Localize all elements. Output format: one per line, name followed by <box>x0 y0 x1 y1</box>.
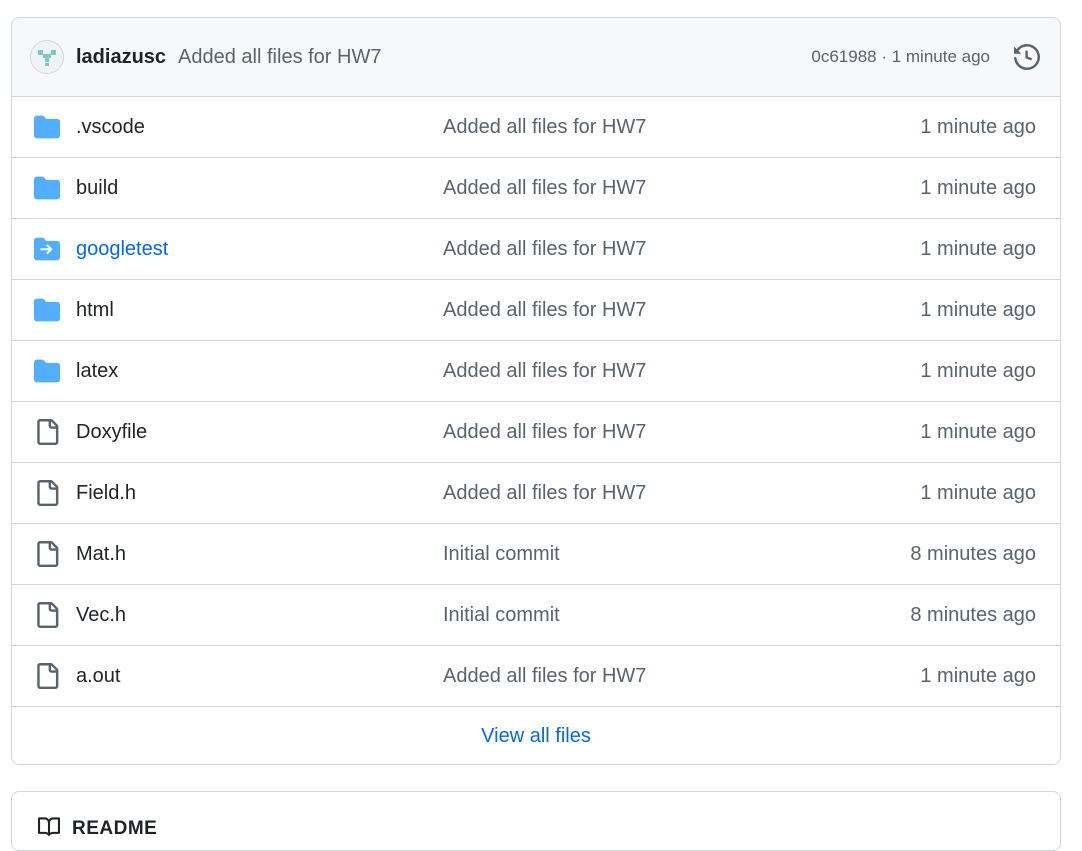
file-commit-age: 1 minute ago <box>920 176 1036 199</box>
file-name-link[interactable]: .vscode <box>76 116 443 139</box>
file-row[interactable]: a.out Added all files for HW7 1 minute ago <box>12 646 1060 707</box>
commit-author-link[interactable]: ladiazusc <box>76 46 166 69</box>
author-avatar[interactable] <box>30 40 64 74</box>
file-commit-age: 1 minute ago <box>920 420 1036 443</box>
file-row[interactable]: latex Added all files for HW7 1 minute ago <box>12 341 1060 402</box>
readme-section: README <box>11 791 1061 851</box>
folder-icon <box>34 174 62 202</box>
file-row[interactable]: Mat.h Initial commit 8 minutes ago <box>12 524 1060 585</box>
file-row[interactable]: Doxyfile Added all files for HW7 1 minute … <box>12 402 1060 463</box>
file-row[interactable]: .vscode Added all files for HW7 1 minute a… <box>12 97 1060 158</box>
file-row[interactable]: Field.h Added all files for HW7 1 minute a… <box>12 463 1060 524</box>
file-commit-message-link[interactable]: Added all files for HW7 <box>443 421 920 444</box>
file-name-link[interactable]: build <box>76 177 443 200</box>
file-name-link[interactable]: latex <box>76 360 443 383</box>
file-commit-age: 8 minutes ago <box>910 603 1036 626</box>
book-icon <box>38 817 61 836</box>
history-icon[interactable] <box>1012 42 1042 72</box>
file-commit-message-link[interactable]: Added all files for HW7 <box>443 177 920 200</box>
file-commit-age: 8 minutes ago <box>910 542 1036 565</box>
file-icon <box>34 540 62 568</box>
file-commit-message-link[interactable]: Added all files for HW7 <box>443 482 920 505</box>
file-commit-age: 1 minute ago <box>920 298 1036 321</box>
file-commit-message-link[interactable]: Added all files for HW7 <box>443 665 920 688</box>
file-commit-message-link[interactable]: Initial commit <box>443 604 910 627</box>
file-name-link[interactable]: Doxyfile <box>76 421 443 444</box>
file-name-link[interactable]: html <box>76 299 443 322</box>
commit-message-link[interactable]: Added all files for HW7 <box>178 46 811 69</box>
file-commit-message-link[interactable]: Initial commit <box>443 543 910 566</box>
file-commit-age: 1 minute ago <box>920 237 1036 260</box>
file-icon <box>34 479 62 507</box>
identicon-icon <box>38 50 56 66</box>
file-browser: ladiazusc Added all files for HW7 0c6198… <box>11 17 1061 765</box>
file-name-link[interactable]: Mat.h <box>76 543 443 566</box>
file-commit-age: 1 minute ago <box>920 359 1036 382</box>
file-name-link[interactable]: Field.h <box>76 482 443 505</box>
file-commit-age: 1 minute ago <box>920 664 1036 687</box>
latest-commit-header: ladiazusc Added all files for HW7 0c6198… <box>12 18 1060 97</box>
file-list: .vscode Added all files for HW7 1 minute a… <box>12 97 1060 707</box>
folder-icon <box>34 357 62 385</box>
file-commit-age: 1 minute ago <box>920 481 1036 504</box>
file-name-link[interactable]: Vec.h <box>76 604 443 627</box>
file-name-link[interactable]: a.out <box>76 665 443 688</box>
file-commit-message-link[interactable]: Added all files for HW7 <box>443 360 920 383</box>
file-row[interactable]: build Added all files for HW7 1 minute ago <box>12 158 1060 219</box>
file-row[interactable]: html Added all files for HW7 1 minute ago <box>12 280 1060 341</box>
file-commit-message-link[interactable]: Added all files for HW7 <box>443 116 920 139</box>
file-commit-message-link[interactable]: Added all files for HW7 <box>443 238 920 261</box>
file-icon <box>34 418 62 446</box>
file-icon <box>34 601 62 629</box>
file-row[interactable]: googletest Added all files for HW7 1 minut… <box>12 219 1060 280</box>
readme-tab[interactable]: README <box>72 818 157 840</box>
file-row[interactable]: Vec.h Initial commit 8 minutes ago <box>12 585 1060 646</box>
submodule-folder-icon <box>34 235 62 263</box>
commit-hash-time[interactable]: 0c61988 · 1 minute ago <box>811 47 990 67</box>
view-all-files-link[interactable]: View all files <box>12 707 1060 764</box>
file-name-link[interactable]: googletest <box>76 238 443 261</box>
file-commit-message-link[interactable]: Added all files for HW7 <box>443 299 920 322</box>
file-icon <box>34 662 62 690</box>
folder-icon <box>34 113 62 141</box>
file-commit-age: 1 minute ago <box>920 115 1036 138</box>
folder-icon <box>34 296 62 324</box>
